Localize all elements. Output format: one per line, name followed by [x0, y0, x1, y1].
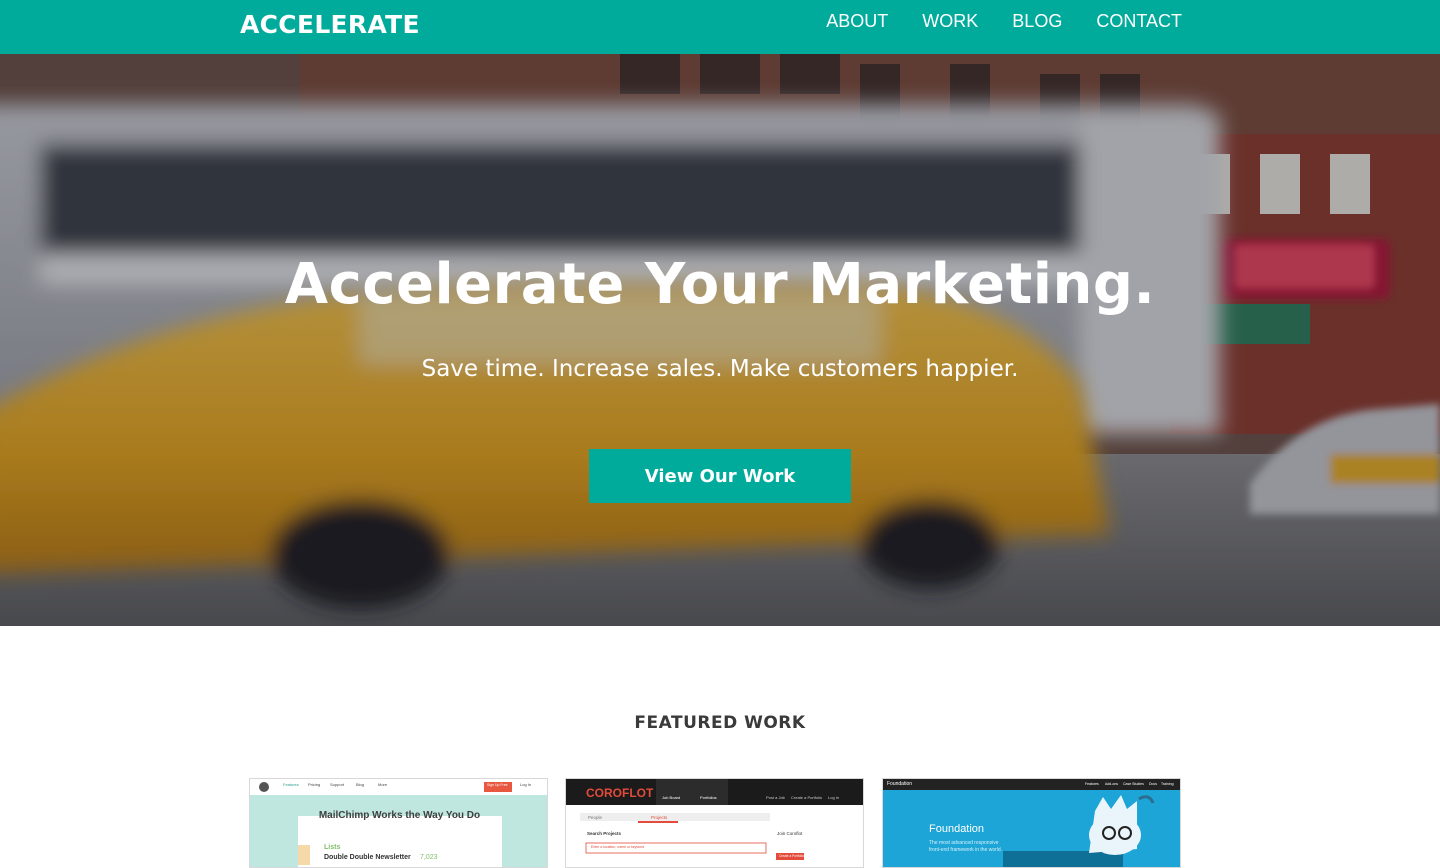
mailchimp-nav-support: Support — [330, 782, 345, 787]
hero-title: Accelerate Your Marketing. — [284, 252, 1156, 317]
foundation-tagline-1: The most advanced responsive — [929, 840, 999, 846]
mailchimp-signup-button: Sign Up Free — [487, 783, 508, 787]
work-thumb-coroflot[interactable]: COROFLOT Job Board Portfolios Post a Job… — [565, 778, 864, 868]
hero-subtitle: Save time. Increase sales. Make customer… — [421, 356, 1019, 382]
foundation-headline: Foundation — [929, 823, 985, 835]
coroflot-join-title: Join Coroflot — [777, 831, 803, 836]
foundation-tagline-2: front-end framework in the world. — [929, 847, 1003, 853]
nav-blog[interactable]: BLOG — [1012, 9, 1062, 33]
foundation-nav-features: Features — [1085, 782, 1099, 786]
hero-section: Accelerate Your Marketing. Save time. In… — [0, 54, 1440, 626]
mailchimp-headline: MailChimp Works the Way You Do — [318, 810, 481, 821]
nav-contact[interactable]: CONTACT — [1096, 9, 1182, 33]
coroflot-search-input: Enter a location, name or keyword — [591, 845, 645, 849]
site-header: ACCELERATE ABOUT WORK BLOG CONTACT — [0, 0, 1440, 54]
mailchimp-nav-more: More — [378, 782, 388, 787]
view-our-work-button[interactable]: View Our Work — [589, 449, 851, 503]
mailchimp-login-link: Log In — [520, 782, 532, 787]
mailchimp-list-label: Lists — [324, 844, 341, 851]
hero-overlay — [0, 54, 1440, 626]
nav-work[interactable]: WORK — [922, 9, 978, 33]
coroflot-nav-portfolios: Portfolios — [700, 795, 717, 800]
mailchimp-nav-blog: Blog — [356, 782, 365, 787]
coroflot-nav-create-portfolio: Create a Portfolio — [791, 795, 823, 800]
coroflot-tab-people: People — [588, 815, 603, 820]
coroflot-brand: COROFLOT — [586, 786, 654, 800]
work-thumb-mailchimp[interactable]: Features Pricing Support Blog More Sign … — [249, 778, 548, 868]
featured-work-title: FEATURED WORK — [634, 713, 806, 733]
mailchimp-list-count: 7,023 — [420, 854, 438, 861]
work-thumb-foundation[interactable]: Foundation Features Add-ons Case Studies… — [882, 778, 1181, 868]
mailchimp-nav-pricing: Pricing — [308, 782, 321, 787]
coroflot-search-label: Search Projects — [587, 831, 622, 836]
main-nav: ABOUT WORK BLOG CONTACT — [826, 9, 1182, 33]
logo[interactable]: ACCELERATE — [240, 10, 420, 40]
coroflot-join-button: Create a Portfolio — [779, 854, 804, 858]
foundation-screenshot — [883, 779, 1180, 867]
foundation-brand: Foundation — [887, 781, 913, 787]
nav-about[interactable]: ABOUT — [826, 9, 888, 33]
coroflot-nav-job-board: Job Board — [662, 795, 681, 800]
foundation-nav-docs: Docs — [1149, 782, 1157, 786]
mailchimp-nav-features: Features — [283, 782, 299, 787]
foundation-nav-case-studies: Case Studies — [1123, 782, 1144, 786]
coroflot-nav-post-job: Post a Job — [766, 795, 785, 800]
coroflot-tab-projects: Projects — [651, 815, 668, 820]
mailchimp-list-item: Double Double Newsletter — [324, 854, 411, 861]
foundation-nav-training: Training — [1161, 782, 1174, 786]
foundation-nav-addons: Add-ons — [1105, 782, 1119, 786]
coroflot-nav-login: Log In — [828, 795, 840, 800]
